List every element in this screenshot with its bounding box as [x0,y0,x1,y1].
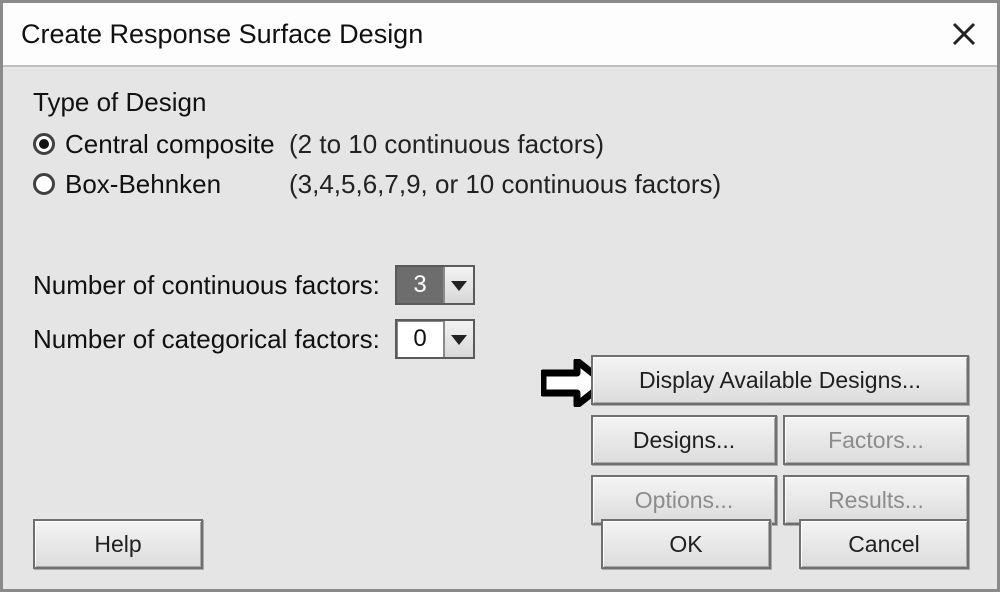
close-button[interactable] [951,21,977,47]
chevron-down-icon [451,333,467,345]
dialog-title: Create Response Surface Design [21,19,423,50]
cancel-button[interactable]: Cancel [799,519,969,569]
dropdown-button[interactable] [443,321,473,357]
continuous-factors-combo[interactable]: 3 [395,265,475,305]
options-button: Options... [591,475,777,525]
radio-icon [33,133,55,155]
bottom-bar: Help OK Cancel [33,519,969,569]
radio-label: Central composite [65,124,289,164]
factors-area: Number of continuous factors: 3 Number o… [33,258,967,366]
factors-button: Factors... [783,415,969,465]
continuous-factors-row: Number of continuous factors: 3 [33,258,967,312]
radio-hint: (3,4,5,6,7,9, or 10 continuous factors) [289,164,721,204]
categorical-factors-value: 0 [397,321,443,357]
radio-box-behnken[interactable]: Box-Behnken (3,4,5,6,7,9, or 10 continuo… [33,164,967,204]
continuous-factors-value: 3 [397,267,443,303]
radio-label: Box-Behnken [65,164,289,204]
close-icon [951,21,977,47]
results-button: Results... [783,475,969,525]
radio-hint: (2 to 10 continuous factors) [289,124,604,164]
radio-icon [33,173,55,195]
radio-central-composite[interactable]: Central composite (2 to 10 continuous fa… [33,124,967,164]
chevron-down-icon [451,279,467,291]
type-of-design-label: Type of Design [33,87,967,118]
ok-button[interactable]: OK [601,519,771,569]
continuous-factors-label: Number of continuous factors: [33,270,395,301]
design-buttons: Display Available Designs... Designs... … [591,355,969,525]
dropdown-button[interactable] [443,267,473,303]
titlebar: Create Response Surface Design [3,3,997,67]
bottom-right-buttons: OK Cancel [601,519,969,569]
display-available-designs-button[interactable]: Display Available Designs... [591,355,969,405]
categorical-factors-label: Number of categorical factors: [33,324,395,355]
categorical-factors-combo[interactable]: 0 [395,319,475,359]
dialog-body: Type of Design Central composite (2 to 1… [3,67,997,589]
dialog: Create Response Surface Design Type of D… [0,0,1000,592]
designs-button[interactable]: Designs... [591,415,777,465]
help-button[interactable]: Help [33,519,203,569]
